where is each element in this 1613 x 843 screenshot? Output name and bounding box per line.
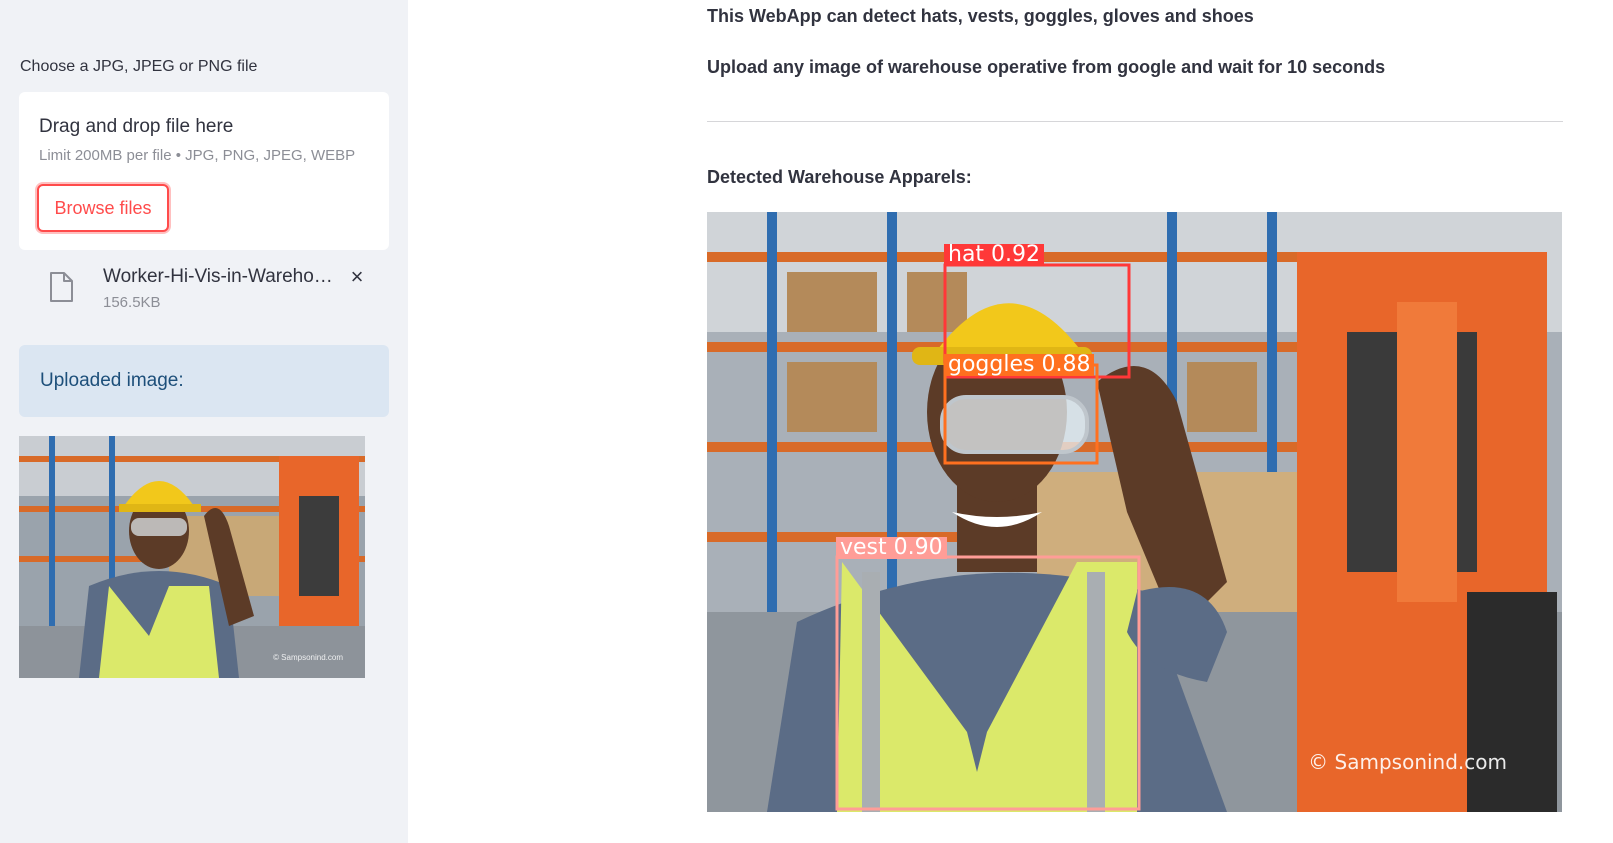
dropzone-limit: Limit 200MB per file • JPG, PNG, JPEG, W… (39, 147, 356, 164)
uploaded-file-row: Worker-Hi-Vis-in-Warehous… 156.5KB × (0, 262, 408, 322)
detected-title: Detected Warehouse Apparels: (707, 167, 972, 187)
browse-files-button[interactable]: Browse files (37, 184, 169, 232)
file-name: Worker-Hi-Vis-in-Warehous… (103, 266, 343, 287)
thumbnail-photo (19, 436, 365, 678)
description-text: This WebApp can detect hats, vests, gogg… (707, 6, 1254, 26)
file-dropzone[interactable]: Drag and drop file here Limit 200MB per … (19, 92, 389, 250)
file-icon (50, 272, 73, 302)
instruction-text: Upload any image of warehouse operative … (707, 57, 1386, 77)
uploader-label: Choose a JPG, JPEG or PNG file (20, 58, 258, 75)
image-watermark: © Sampsonind.com (1308, 750, 1507, 774)
info-alert: Uploaded image: (19, 345, 389, 417)
detection-result-image: hat 0.92 goggles 0.88 vest 0.90 © Sampso… (707, 212, 1562, 812)
close-icon[interactable]: × (346, 266, 368, 288)
file-size: 156.5KB (103, 294, 161, 311)
thumbnail-watermark: © Sampsonind.com (273, 653, 343, 662)
detection-label-goggles: goggles 0.88 (944, 354, 1095, 376)
divider (707, 121, 1563, 122)
info-text: Uploaded image: (40, 370, 184, 391)
sidebar: Choose a JPG, JPEG or PNG file Drag and … (0, 0, 408, 843)
result-photo (707, 212, 1562, 812)
detection-label-vest: vest 0.90 (836, 537, 947, 559)
dropzone-title: Drag and drop file here (39, 116, 234, 137)
detection-label-hat: hat 0.92 (944, 244, 1045, 266)
uploaded-image-thumbnail: © Sampsonind.com (19, 436, 365, 678)
